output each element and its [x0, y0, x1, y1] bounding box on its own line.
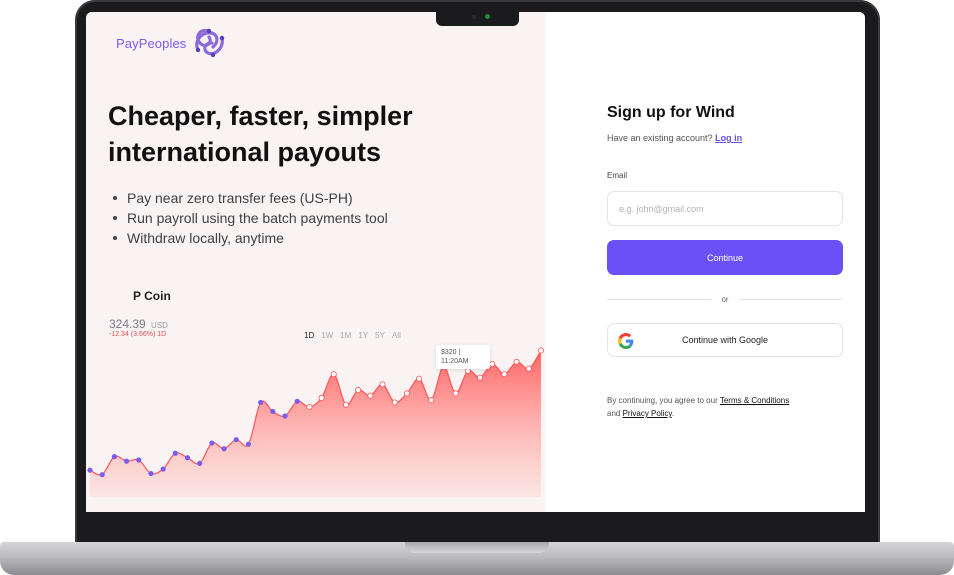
- chart-data-point: [525, 365, 532, 372]
- continue-button[interactable]: Continue: [607, 240, 843, 275]
- terms-link[interactable]: Terms & Conditions: [720, 396, 789, 405]
- feature-text: Pay near zero transfer fees (US-PH): [127, 190, 353, 206]
- chart-data-point: [270, 408, 276, 415]
- chart-data-point: [172, 450, 178, 456]
- email-label: Email: [607, 171, 628, 180]
- login-link[interactable]: Log in: [715, 133, 742, 143]
- chart-data-point: [136, 457, 142, 463]
- bullet-icon: [113, 196, 117, 200]
- feature-list: Pay near zero transfer fees (US-PH) Run …: [113, 188, 388, 248]
- chart-data-point: [184, 455, 191, 461]
- chart-data-point: [306, 403, 313, 410]
- chart-data-point: [245, 441, 252, 447]
- chart-data-point: [233, 437, 239, 443]
- tooltip-value: $320 |: [441, 349, 461, 356]
- chart-range-tabs: 1D 1W 1M 1Y 5Y All: [304, 331, 408, 340]
- marketing-panel: PayPeoples Cheaper, faster, simpler inte…: [86, 12, 545, 512]
- laptop-screen: PayPeoples Cheaper, faster, simpler inte…: [86, 12, 865, 512]
- tooltip-time: 11:20AM: [441, 358, 469, 365]
- chart-data-point: [221, 446, 227, 452]
- or-text: or: [721, 294, 729, 304]
- chart-data-point: [391, 399, 398, 406]
- coin-name: P Coin: [133, 289, 171, 303]
- chart-data-point: [342, 401, 349, 408]
- signup-title: Sign up for Wind: [607, 104, 735, 121]
- divider-line: [607, 298, 712, 300]
- bullet-icon: [113, 236, 117, 240]
- chart-data-point: [87, 467, 93, 473]
- privacy-policy-link[interactable]: Privacy Policy: [623, 409, 672, 418]
- chart-data-point: [123, 458, 130, 464]
- hero-title-line-1: Cheaper, faster, simpler: [108, 101, 413, 131]
- feature-text: Withdraw locally, anytime: [127, 230, 284, 246]
- google-signin-button[interactable]: Continue with Google: [607, 323, 843, 357]
- range-tab-1y[interactable]: 1Y: [358, 331, 368, 340]
- knot-logo-icon: [195, 28, 225, 58]
- feature-item: Pay near zero transfer fees (US-PH): [113, 188, 388, 208]
- brand-name: PayPeoples: [116, 35, 187, 51]
- divider-line: [738, 298, 843, 300]
- chart-data-point: [111, 454, 117, 460]
- camera-light-icon: [485, 14, 490, 19]
- existing-account-prompt: Have an existing account? Log in: [607, 133, 742, 143]
- terms-prefix: By continuing, you agree to our: [607, 396, 718, 405]
- hero-title: Cheaper, faster, simpler international p…: [108, 98, 508, 170]
- coin-change: -12.34 (3.66%) 1D: [109, 331, 167, 338]
- google-signin-label: Continue with Google: [681, 335, 769, 345]
- range-tab-1m[interactable]: 1M: [340, 331, 351, 340]
- terms-and: and: [607, 409, 621, 418]
- camera-notch: [436, 10, 519, 26]
- chart-data-point: [160, 466, 166, 472]
- chart-data-point: [452, 390, 459, 397]
- range-tab-all[interactable]: All: [392, 331, 401, 340]
- chart-tooltip: $320 | 11:20AM: [436, 345, 490, 369]
- bullet-icon: [113, 216, 117, 220]
- range-tab-5y[interactable]: 5Y: [375, 331, 385, 340]
- feature-item: Withdraw locally, anytime: [113, 228, 388, 248]
- chart-data-point: [477, 374, 484, 381]
- chart-data-point: [330, 371, 337, 378]
- chart-data-point: [318, 394, 325, 401]
- laptop-opening-notch: [405, 542, 549, 553]
- coin-currency: USD: [151, 321, 168, 330]
- chart-data-point: [258, 399, 264, 406]
- range-tab-1w[interactable]: 1W: [321, 331, 333, 340]
- coin-price-value: 324.39: [109, 317, 146, 331]
- terms-notice: By continuing, you agree to our Terms & …: [607, 394, 843, 420]
- chart-data-point: [379, 381, 386, 388]
- chart-data-point: [99, 472, 105, 478]
- feature-item: Run payroll using the batch payments too…: [113, 208, 388, 228]
- signup-panel: Sign up for Wind Have an existing accoun…: [545, 12, 865, 512]
- chart-data-point: [403, 390, 410, 397]
- or-divider: or: [607, 293, 843, 305]
- existing-account-text: Have an existing account?: [607, 133, 713, 143]
- camera-sensor-icon: [472, 15, 476, 19]
- chart-data-point: [489, 361, 496, 368]
- chart-data-point: [428, 397, 435, 404]
- chart-data-point: [294, 398, 300, 404]
- chart-data-point: [197, 460, 203, 466]
- email-field[interactable]: [607, 191, 843, 226]
- chart-data-point: [367, 392, 374, 399]
- chart-data-point: [501, 371, 508, 378]
- chart-data-point: [464, 367, 471, 374]
- range-tab-1d[interactable]: 1D: [304, 331, 314, 340]
- feature-text: Run payroll using the batch payments too…: [127, 210, 388, 226]
- hero-title-line-2: international payouts: [108, 137, 382, 167]
- chart-data-point: [148, 470, 154, 477]
- chart-data-point: [355, 387, 362, 394]
- coin-price: 324.39 USD: [109, 317, 168, 331]
- terms-suffix: .: [671, 409, 675, 418]
- brand: PayPeoples: [116, 26, 227, 60]
- chart-data-point: [416, 375, 423, 382]
- chart-data-point: [537, 347, 544, 354]
- chart-data-point: [209, 440, 215, 446]
- chart-data-point: [513, 358, 520, 365]
- chart-data-point: [282, 413, 288, 419]
